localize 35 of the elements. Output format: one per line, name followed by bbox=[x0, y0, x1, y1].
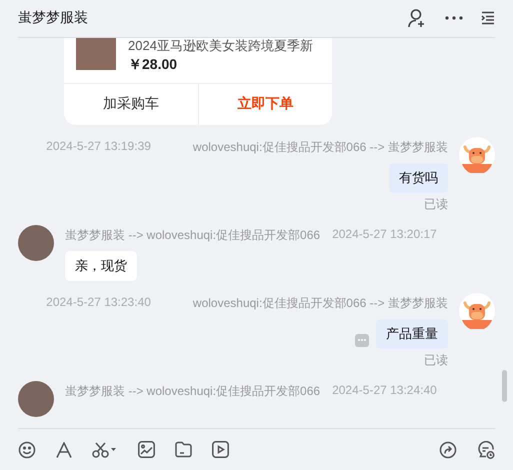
message-time: 2024-5-27 13:23:40 bbox=[46, 294, 151, 311]
folder-icon[interactable] bbox=[175, 441, 192, 458]
message-time: 2024-5-27 13:24:40 bbox=[332, 382, 437, 399]
product-photo bbox=[76, 38, 116, 70]
bull-avatar bbox=[459, 136, 495, 173]
share-icon[interactable] bbox=[439, 440, 457, 459]
read-status: 已读 bbox=[424, 352, 448, 369]
message-route: 蚩梦梦服装 --> woloveshuqi:促佳搜品开发部066 bbox=[65, 226, 320, 244]
menu-icon[interactable] bbox=[481, 11, 495, 26]
order-now-button[interactable]: 立即下单 bbox=[198, 84, 332, 125]
product-title: 2024亚马逊欧美女装跨境夏季新 bbox=[128, 38, 313, 54]
scrollbar[interactable] bbox=[502, 370, 507, 402]
chat-history-icon[interactable] bbox=[477, 440, 495, 459]
avatar-photo bbox=[18, 380, 54, 417]
avatar-photo bbox=[18, 224, 54, 261]
product-price: ￥28.00 bbox=[128, 56, 178, 74]
read-status: 已读 bbox=[424, 196, 448, 213]
bull-avatar bbox=[459, 292, 495, 329]
emoji-icon[interactable] bbox=[18, 440, 36, 459]
video-icon[interactable] bbox=[212, 441, 229, 458]
message-route: 蚩梦梦服装 --> woloveshuqi:促佳搜品开发部066 bbox=[65, 382, 320, 400]
more-icon[interactable] bbox=[445, 16, 463, 20]
add-contact-icon[interactable] bbox=[407, 8, 427, 28]
message-time: 2024-5-27 13:20:17 bbox=[332, 226, 437, 243]
message-time: 2024-5-27 13:19:39 bbox=[46, 138, 151, 155]
chat-title: 蚩梦梦服装 bbox=[18, 9, 89, 28]
font-icon[interactable] bbox=[56, 442, 72, 458]
message-bubble: 产品重量 bbox=[376, 318, 448, 349]
message-route: woloveshuqi:促佳搜品开发部066 --> 蚩梦梦服装 bbox=[192, 138, 448, 156]
add-to-cart-button[interactable]: 加采购车 bbox=[64, 84, 198, 125]
image-icon[interactable] bbox=[138, 441, 155, 458]
message-bubble: 有货吗 bbox=[389, 162, 448, 193]
message-route: woloveshuqi:促佳搜品开发部066 --> 蚩梦梦服装 bbox=[192, 294, 448, 312]
message-bubble: 亲，现货 bbox=[65, 250, 137, 281]
scissors-icon[interactable] bbox=[92, 442, 118, 458]
